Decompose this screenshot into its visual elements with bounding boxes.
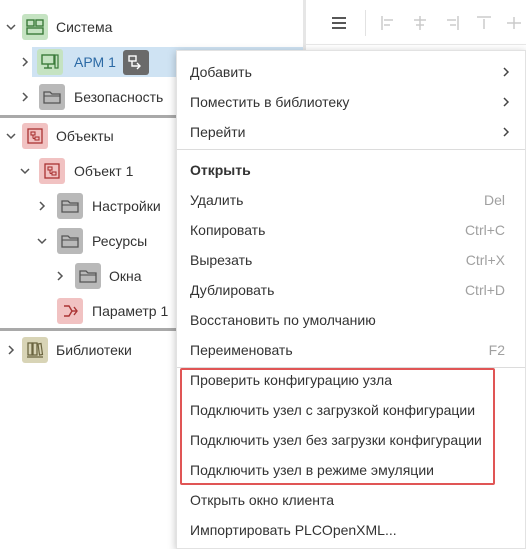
- menu-divider: [177, 149, 525, 150]
- folder-icon: [57, 193, 83, 219]
- tree-item-label: Объект 1: [74, 163, 134, 179]
- tree-item-label: Объекты: [56, 128, 114, 144]
- node-action-icon[interactable]: [123, 50, 149, 75]
- tree-item-label: Окна: [109, 268, 142, 284]
- tree-item-label: АРМ 1: [74, 54, 116, 70]
- menu-item-label: Копировать: [190, 222, 266, 238]
- chevron-down-icon[interactable]: [4, 20, 18, 34]
- chevron-right-icon[interactable]: [35, 199, 49, 213]
- menu-item-label: Проверить конфигурацию узла: [190, 372, 393, 388]
- tree-item-label: Библиотеки: [56, 342, 132, 358]
- tree-item-label: Параметр 1: [92, 303, 169, 319]
- align-center-icon[interactable]: [410, 13, 430, 33]
- folder-icon: [57, 228, 83, 254]
- menu-item-label: Удалить: [190, 192, 244, 208]
- chevron-down-icon[interactable]: [18, 164, 32, 178]
- libraries-icon: [22, 337, 48, 363]
- menu-item-shortcut: Del: [483, 192, 505, 208]
- toolbar-divider: [365, 10, 366, 36]
- menu-item-shortcut: Ctrl+X: [465, 252, 505, 268]
- menu-item-label: Перейти: [190, 124, 246, 140]
- menu-item-label: Добавить: [190, 64, 252, 80]
- menu-item-label: Подключить узел с загрузкой конфигурации: [190, 402, 476, 418]
- context-menu: Добавить Поместить в библиотеку Перейти …: [176, 50, 526, 549]
- menu-item-connect-emulation[interactable]: Подключить узел в режиме эмуляции: [177, 455, 525, 485]
- tree-item-system[interactable]: Система: [0, 12, 303, 42]
- chevron-right-icon[interactable]: [4, 343, 18, 357]
- chevron-right-icon[interactable]: [18, 90, 32, 104]
- menu-item-connect-without-config[interactable]: Подключить узел без загрузки конфигураци…: [177, 425, 525, 455]
- menu-item-go-to[interactable]: Перейти: [177, 117, 525, 147]
- menu-item-restore-default[interactable]: Восстановить по умолчанию: [177, 305, 525, 335]
- chevron-right-icon: [499, 65, 513, 79]
- align-top-icon[interactable]: [474, 13, 494, 33]
- chevron-right-icon[interactable]: [53, 269, 67, 283]
- menu-item-label: Открыть окно клиента: [190, 492, 335, 508]
- menu-item-shortcut: F2: [488, 342, 505, 358]
- menu-item-rename[interactable]: Переименовать F2: [177, 335, 525, 365]
- menu-item-place-in-library[interactable]: Поместить в библиотеку: [177, 87, 525, 117]
- tree-item-label: Ресурсы: [92, 233, 148, 249]
- menu-item-label: Вырезать: [190, 252, 253, 268]
- tree-item-label: Система: [56, 19, 113, 35]
- menu-item-connect-with-config[interactable]: Подключить узел с загрузкой конфигурации: [177, 395, 525, 425]
- menu-item-label: Импортировать PLCOpenXML...: [190, 522, 397, 538]
- align-right-icon[interactable]: [442, 13, 462, 33]
- menu-item-open[interactable]: Открыть: [177, 155, 525, 185]
- menu-item-shortcut: Ctrl+C: [464, 222, 505, 238]
- menu-item-label: Поместить в библиотеку: [190, 94, 350, 110]
- chevron-right-icon[interactable]: [18, 55, 32, 69]
- chevron-right-icon: [499, 95, 513, 109]
- menu-item-shortcut: Ctrl+D: [464, 282, 505, 298]
- tree-item-label: Безопасность: [74, 89, 164, 105]
- menu-item-label: Открыть: [190, 162, 251, 178]
- menu-item-open-client-window[interactable]: Открыть окно клиента: [177, 485, 525, 515]
- folder-icon: [75, 263, 101, 289]
- chevron-down-icon[interactable]: [4, 129, 18, 143]
- menu-item-label: Подключить узел в режиме эмуляции: [190, 462, 434, 478]
- workstation-icon: [37, 49, 63, 75]
- menu-item-delete[interactable]: Удалить Del: [177, 185, 525, 215]
- menu-icon[interactable]: [329, 13, 349, 33]
- align-middle-icon[interactable]: [504, 13, 524, 33]
- align-left-icon[interactable]: [378, 13, 398, 33]
- folder-icon: [39, 84, 65, 110]
- chevron-right-icon: [499, 125, 513, 139]
- objects-icon: [22, 123, 48, 149]
- menu-item-label: Подключить узел без загрузки конфигураци…: [190, 432, 482, 448]
- tree-item-label: Настройки: [92, 198, 161, 214]
- menu-item-label: Переименовать: [190, 342, 293, 358]
- menu-item-copy[interactable]: Копировать Ctrl+C: [177, 215, 525, 245]
- menu-item-duplicate[interactable]: Дублировать Ctrl+D: [177, 275, 525, 305]
- menu-item-label: Восстановить по умолчанию: [190, 312, 376, 328]
- menu-item-add[interactable]: Добавить: [177, 57, 525, 87]
- menu-item-cut[interactable]: Вырезать Ctrl+X: [177, 245, 525, 275]
- chevron-down-icon[interactable]: [35, 234, 49, 248]
- menu-item-import-plcopenxml[interactable]: Импортировать PLCOpenXML...: [177, 515, 525, 545]
- parameter-icon: [57, 298, 83, 324]
- system-icon: [22, 14, 48, 40]
- object-icon: [39, 158, 65, 184]
- menu-item-check-node-config[interactable]: Проверить конфигурацию узла: [177, 365, 525, 395]
- menu-item-label: Дублировать: [190, 282, 275, 298]
